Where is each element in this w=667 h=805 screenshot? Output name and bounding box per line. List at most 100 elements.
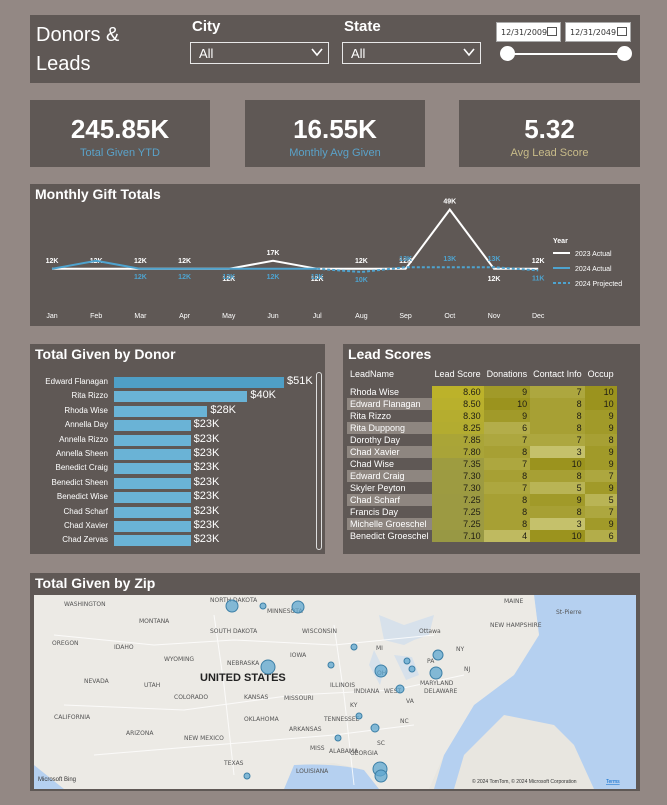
map-canvas[interactable]: WASHINGTON NORTH DAKOTA MINNESOTA Ottawa… (34, 595, 636, 789)
map-label: IDAHO (114, 644, 134, 651)
donor-bar-row[interactable]: Benedict Sheen $23K (30, 476, 315, 491)
series-line-0[interactable] (52, 207, 539, 270)
column-header-donations[interactable]: Donations (484, 366, 531, 386)
legend-item[interactable]: 2024 Actual (575, 266, 612, 273)
start-date-input[interactable]: 12/31/2009 (496, 22, 561, 42)
zip-bubble[interactable] (432, 649, 444, 661)
donor-value-label: $23K (193, 461, 220, 474)
column-header-occupation[interactable]: Occup (585, 366, 617, 386)
zip-bubble[interactable] (260, 659, 276, 675)
table-row[interactable]: Francis Day 7.25 8 8 7 (347, 506, 617, 518)
donor-bar-row[interactable]: Benedict Craig $23K (30, 461, 315, 476)
column-header-lead-score[interactable]: Lead Score (432, 366, 484, 386)
donor-value-label: $28K (210, 403, 237, 416)
donor-bar[interactable] (114, 405, 208, 417)
map-label: MONTANA (139, 618, 170, 625)
zip-bubble[interactable] (243, 772, 251, 780)
table-row[interactable]: Edward Flanagan 8.50 10 8 10 (347, 398, 617, 410)
donor-bar-row[interactable]: Rita Rizzo $40K (30, 389, 315, 404)
table-cell: 8 (530, 506, 585, 518)
zip-bubble[interactable] (355, 712, 363, 720)
table-cell: 5 (530, 482, 585, 494)
table-cell: 7.80 (431, 446, 484, 458)
date-range-slider[interactable] (508, 53, 624, 55)
zip-bubble[interactable] (225, 599, 239, 613)
donor-bar-row[interactable]: Annella Rizzo $23K (30, 433, 315, 448)
kpi-label: Total Given YTD (80, 147, 160, 159)
zip-bubble[interactable] (403, 657, 411, 665)
city-dropdown[interactable]: All (190, 42, 329, 64)
donor-bar[interactable] (114, 535, 191, 547)
table-row[interactable]: Michelle Groeschel 7.25 8 3 9 (347, 518, 617, 530)
map-label: WASHINGTON (64, 601, 106, 608)
map-title: Total Given by Zip (35, 575, 156, 591)
legend-item[interactable]: 2024 Projected (575, 281, 622, 288)
kpi-value: 16.55K (293, 114, 377, 144)
end-date-input[interactable]: 12/31/2049 (565, 22, 631, 42)
donor-bar[interactable] (114, 477, 191, 489)
calendar-icon[interactable] (547, 27, 557, 36)
map-label: OKLAHOMA (244, 716, 280, 723)
table-row[interactable]: Rhoda Wise 8.60 9 7 10 (347, 386, 617, 398)
donor-bar[interactable] (114, 521, 191, 532)
donor-bar[interactable] (114, 434, 191, 446)
column-header-contact-info[interactable]: Contact Info (530, 366, 585, 386)
donor-bar-row[interactable]: Chad Zervas $23K (30, 533, 315, 548)
table-row[interactable]: Skyler Peyton 7.30 7 5 9 (347, 482, 617, 494)
zip-bubble[interactable] (408, 665, 416, 673)
donor-bar[interactable] (114, 420, 191, 432)
donor-bar-row[interactable]: Edward Flanagan $51K (30, 375, 315, 390)
zip-bubble[interactable] (350, 643, 358, 651)
table-row[interactable]: Chad Wise 7.35 7 10 9 (347, 458, 617, 470)
zip-bubble[interactable] (429, 666, 443, 680)
donor-bar-row[interactable]: Chad Xavier $23K (30, 519, 315, 534)
zip-bubble[interactable] (374, 664, 388, 678)
donor-bar[interactable] (114, 506, 191, 518)
legend-item[interactable]: 2023 Actual (575, 251, 612, 258)
table-cell: 7.85 (431, 434, 484, 446)
table-row[interactable]: Rita Rizzo 8.30 9 8 9 (347, 410, 617, 422)
donor-bar[interactable] (114, 463, 191, 475)
map-label: KY (350, 702, 358, 709)
zip-map[interactable]: WASHINGTON NORTH DAKOTA MINNESOTA Ottawa… (34, 595, 636, 789)
map-terms-link[interactable]: Terms (606, 779, 620, 785)
zip-bubble[interactable] (291, 600, 305, 614)
zip-bubble[interactable] (374, 769, 388, 783)
state-dropdown[interactable]: All (342, 42, 481, 64)
table-row[interactable]: Benedict Groeschel 7.10 4 10 6 (347, 530, 617, 542)
donor-bar-chart: Total Given by Donor Edward Flanagan $51K… (30, 344, 325, 554)
donor-bar[interactable] (114, 492, 191, 504)
zip-bubble[interactable] (395, 684, 405, 694)
table-row[interactable]: Chad Xavier 7.80 8 3 9 (347, 446, 617, 458)
data-label: 11K (532, 275, 544, 282)
slider-end-handle[interactable] (617, 46, 632, 61)
table-row[interactable]: Rita Duppong 8.25 6 8 9 (347, 422, 617, 434)
table-row[interactable]: Chad Scharf 7.25 8 9 5 (347, 494, 617, 506)
donor-bar-row[interactable]: Benedict Wise $23K (30, 490, 315, 505)
table-cell: 8 (530, 398, 585, 410)
map-label: KANSAS (244, 694, 268, 701)
donor-scrollbar[interactable] (316, 372, 322, 550)
data-label: 12K (355, 258, 368, 265)
zip-bubble[interactable] (327, 661, 335, 669)
table-row[interactable]: Edward Craig 7.30 8 8 7 (347, 470, 617, 482)
slider-start-handle[interactable] (500, 46, 515, 61)
donor-bar[interactable] (114, 449, 191, 460)
table-row[interactable]: Dorothy Day 7.85 7 7 8 (347, 434, 617, 446)
calendar-icon[interactable] (617, 27, 627, 36)
zip-bubble[interactable] (259, 602, 267, 610)
column-header-leadname[interactable]: LeadName (347, 366, 432, 386)
data-label: 13K (443, 256, 456, 263)
table-cell: 8.30 (431, 410, 484, 422)
table-cell: 7 (483, 458, 531, 470)
donor-bar[interactable] (114, 377, 284, 388)
donor-bar[interactable] (114, 391, 248, 403)
zip-bubble[interactable] (370, 723, 380, 733)
x-tick-label: Aug (355, 313, 368, 320)
zip-bubble[interactable] (334, 734, 342, 742)
donor-bar-row[interactable]: Rhoda Wise $28K (30, 403, 315, 419)
data-label: 13K (399, 256, 412, 263)
donor-bar-row[interactable]: Annella Sheen $23K (30, 447, 315, 462)
donor-bar-row[interactable]: Annella Day $23K (30, 418, 315, 433)
donor-bar-row[interactable]: Chad Scharf $23K (30, 505, 315, 520)
